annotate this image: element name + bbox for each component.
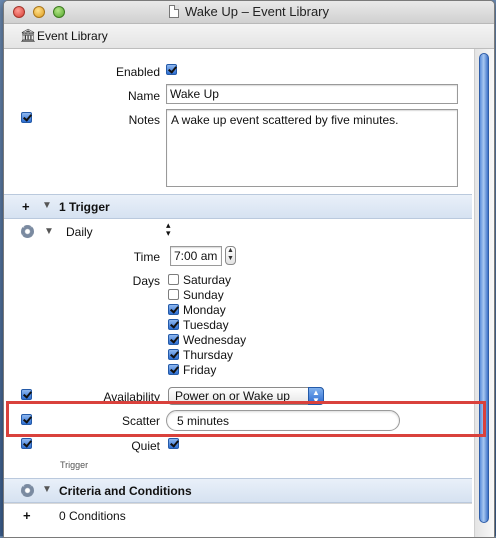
conditions-count: 0 Conditions bbox=[59, 509, 126, 523]
title-bar: Wake Up – Event Library bbox=[4, 1, 494, 24]
name-label: Name bbox=[127, 89, 160, 103]
days-label: Days bbox=[132, 274, 160, 288]
trigger-section-title: 1 Trigger bbox=[59, 200, 110, 214]
day-label: Tuesday bbox=[183, 318, 229, 332]
day-checkbox[interactable] bbox=[168, 289, 179, 300]
time-field[interactable]: 7:00 am bbox=[170, 246, 222, 266]
quiet-label: Quiet bbox=[131, 439, 160, 453]
day-label: Thursday bbox=[183, 348, 234, 362]
add-condition-button[interactable]: + bbox=[23, 508, 31, 523]
day-checkbox[interactable] bbox=[168, 334, 179, 345]
scrollbar-thumb[interactable] bbox=[479, 53, 489, 523]
event-library-window: Wake Up – Event Library 🏛 Event Library … bbox=[3, 0, 495, 538]
quiet-checkbox[interactable] bbox=[168, 438, 179, 449]
trigger-disclosure-triangle-icon[interactable]: ▼ bbox=[44, 226, 54, 237]
name-field[interactable]: Wake Up bbox=[166, 84, 458, 104]
day-row: Thursday bbox=[168, 348, 268, 362]
criteria-gear-icon[interactable] bbox=[21, 484, 34, 497]
scatter-highlight-box bbox=[6, 401, 486, 437]
editor-content: Enabled Name Wake Up Notes A wake up eve… bbox=[4, 49, 472, 537]
day-row: Sunday bbox=[168, 288, 268, 302]
day-label: Saturday bbox=[183, 273, 232, 287]
enabled-checkbox[interactable] bbox=[166, 64, 177, 75]
criteria-section-title: Criteria and Conditions bbox=[59, 484, 192, 498]
day-row: Friday bbox=[168, 363, 268, 377]
trigger-footer-label: Trigger bbox=[60, 460, 89, 470]
notes-checkbox[interactable] bbox=[21, 112, 32, 123]
criteria-section-header: ▼ Criteria and Conditions bbox=[4, 478, 472, 503]
window-title: Wake Up – Event Library bbox=[4, 1, 494, 23]
document-icon bbox=[168, 5, 179, 18]
day-checkbox[interactable] bbox=[168, 319, 179, 330]
day-row: Wednesday bbox=[168, 333, 268, 347]
availability-checkbox[interactable] bbox=[21, 389, 32, 400]
day-checkbox[interactable] bbox=[168, 364, 179, 375]
quiet-enabled-checkbox[interactable] bbox=[21, 438, 32, 449]
path-bar: 🏛 Event Library bbox=[4, 24, 494, 49]
popup-arrows-icon[interactable]: ▴ ▾ bbox=[166, 221, 171, 238]
day-row: Saturday bbox=[168, 273, 268, 287]
trigger-type-popup[interactable]: Daily bbox=[66, 225, 93, 239]
divider bbox=[4, 503, 472, 504]
day-label: Monday bbox=[183, 303, 226, 317]
day-checkbox[interactable] bbox=[168, 304, 179, 315]
criteria-disclosure-triangle-icon[interactable]: ▼ bbox=[42, 484, 52, 495]
day-checkbox[interactable] bbox=[168, 349, 179, 360]
enabled-label: Enabled bbox=[115, 65, 160, 79]
disclosure-triangle-icon[interactable]: ▼ bbox=[42, 200, 52, 211]
day-row: Monday bbox=[168, 303, 268, 317]
day-label: Sunday bbox=[183, 288, 224, 302]
vertical-scrollbar[interactable] bbox=[474, 49, 494, 537]
time-stepper[interactable]: ▲ ▼ bbox=[225, 246, 236, 265]
gear-icon[interactable] bbox=[21, 225, 34, 238]
notes-label: Notes bbox=[128, 113, 160, 127]
window-title-text: Wake Up – Event Library bbox=[184, 4, 330, 19]
time-label: Time bbox=[133, 250, 160, 264]
library-icon: 🏛 bbox=[20, 28, 37, 43]
notes-textarea[interactable]: A wake up event scattered by five minute… bbox=[166, 109, 458, 187]
add-trigger-button[interactable]: + bbox=[22, 199, 30, 214]
day-checkbox[interactable] bbox=[168, 274, 179, 285]
trigger-section-header: + ▼ 1 Trigger bbox=[4, 194, 472, 219]
day-label: Wednesday bbox=[183, 333, 247, 347]
path-bar-label[interactable]: Event Library bbox=[37, 29, 108, 43]
day-label: Friday bbox=[183, 363, 217, 377]
day-row: Tuesday bbox=[168, 318, 268, 332]
